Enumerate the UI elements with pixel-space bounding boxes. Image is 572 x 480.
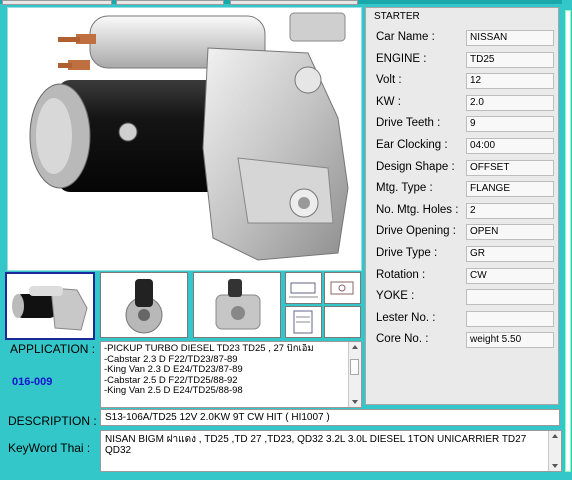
spec-value-field[interactable]: 12 — [466, 73, 554, 89]
starter-rear-thumb-icon — [215, 279, 261, 330]
thumbnail-3[interactable] — [193, 272, 281, 338]
spec-label: Lester No. : — [376, 312, 436, 324]
main-product-photo[interactable] — [7, 7, 362, 271]
window-scrollbar[interactable] — [562, 0, 572, 480]
spec-label: Drive Type : — [376, 247, 438, 259]
top-tab[interactable] — [116, 0, 224, 5]
spec-value-field[interactable] — [466, 311, 554, 327]
spec-value-field[interactable]: 04:00 — [466, 138, 554, 154]
thumbnail-7[interactable] — [324, 306, 361, 338]
spec-value-field[interactable]: CW — [466, 268, 554, 284]
spec-value-field[interactable]: TD25 — [466, 52, 554, 68]
spec-value-field[interactable]: 2.0 — [466, 95, 554, 111]
description-label: DESCRIPTION : — [8, 414, 97, 428]
spec-value-field[interactable]: OFFSET — [466, 160, 554, 176]
spec-value-field[interactable]: 9 — [466, 116, 554, 132]
keyword-text: NISAN BIGM ฝาแดง , TD25 ,TD 27 ,TD23, QD… — [105, 434, 527, 456]
scroll-down-icon[interactable] — [352, 400, 358, 404]
spec-value-field[interactable]: 2 — [466, 203, 554, 219]
spec-label: KW : — [376, 96, 401, 108]
thumbnail-strip — [3, 270, 361, 340]
spec-label: Design Shape : — [376, 161, 455, 173]
spec-label: Ear Clocking : — [376, 139, 448, 151]
starter-motor-image — [29, 12, 349, 261]
spec-label: Volt : — [376, 74, 402, 86]
spec-value-field[interactable]: weight 5.50 — [466, 332, 554, 348]
top-tab-strip — [0, 0, 572, 5]
spec-label: Car Name : — [376, 31, 435, 43]
application-label: APPLICATION : — [10, 342, 96, 356]
spec-label: ENGINE : — [376, 53, 427, 65]
scroll-up-icon[interactable] — [552, 434, 558, 438]
spec-label: Mtg. Type : — [376, 182, 433, 194]
spec-value-field[interactable]: NISSAN — [466, 30, 554, 46]
spec-label: No. Mtg. Holes : — [376, 204, 459, 216]
spec-label: Drive Teeth : — [376, 117, 441, 129]
starter-front-thumb-icon — [125, 279, 163, 334]
starter-side-thumb-icon — [12, 286, 88, 331]
window-scroll-thumb[interactable] — [565, 10, 571, 472]
spec-value-field[interactable] — [466, 289, 554, 305]
top-tab[interactable] — [230, 0, 358, 5]
keyword-label: KeyWord Thai : — [8, 441, 91, 455]
application-line: -King Van 2.3 D E24/TD23/87-89 — [104, 364, 243, 375]
panel-title: STARTER — [374, 11, 420, 22]
spec-value-field[interactable]: OPEN — [466, 224, 554, 240]
spec-value-field[interactable]: GR — [466, 246, 554, 262]
starter-spec-panel: STARTER Car Name : NISSAN ENGINE : TD25 Volt… — [365, 7, 559, 405]
diagram-thumb-icon — [293, 310, 313, 334]
spec-label: YOKE : — [376, 290, 415, 302]
keyword-field[interactable]: NISAN BIGM ฝาแดง , TD25 ,TD 27 ,TD23, QD… — [100, 430, 562, 472]
part-code: 016-009 — [12, 376, 53, 388]
thumbnail-1[interactable] — [5, 272, 95, 340]
scroll-up-icon[interactable] — [352, 345, 358, 349]
diagram-thumb-icon — [289, 282, 318, 298]
description-field[interactable]: S13-106A/TD25 12V 2.0KW 9T CW HIT ( HI10… — [100, 409, 560, 426]
application-lines: -PICKUP TURBO DIESEL TD23 TD25 , 27 บิ๊ก… — [104, 344, 344, 397]
application-scrollbar[interactable] — [348, 342, 361, 407]
thumbnail-6[interactable] — [285, 306, 322, 338]
spec-label: Drive Opening : — [376, 225, 456, 237]
keyword-scrollbar[interactable] — [548, 431, 561, 471]
spec-value-field[interactable]: FLANGE — [466, 181, 554, 197]
diagram-thumb-icon — [330, 281, 354, 295]
application-list[interactable]: -PICKUP TURBO DIESEL TD23 TD25 , 27 บิ๊ก… — [100, 341, 362, 408]
thumbnail-4[interactable] — [285, 272, 322, 304]
application-line: -PICKUP TURBO DIESEL TD23 TD25 , 27 บิ๊ก… — [104, 344, 314, 354]
thumbnail-5[interactable] — [324, 272, 361, 304]
thumbnail-2[interactable] — [100, 272, 188, 338]
scroll-down-icon[interactable] — [552, 464, 558, 468]
top-tab[interactable] — [2, 0, 112, 5]
scroll-thumb[interactable] — [350, 359, 359, 375]
application-line: -King Van 2.5 D E24/TD25/88-98 — [104, 385, 243, 396]
spec-label: Rotation : — [376, 269, 426, 281]
spec-label: Core No. : — [376, 333, 429, 345]
